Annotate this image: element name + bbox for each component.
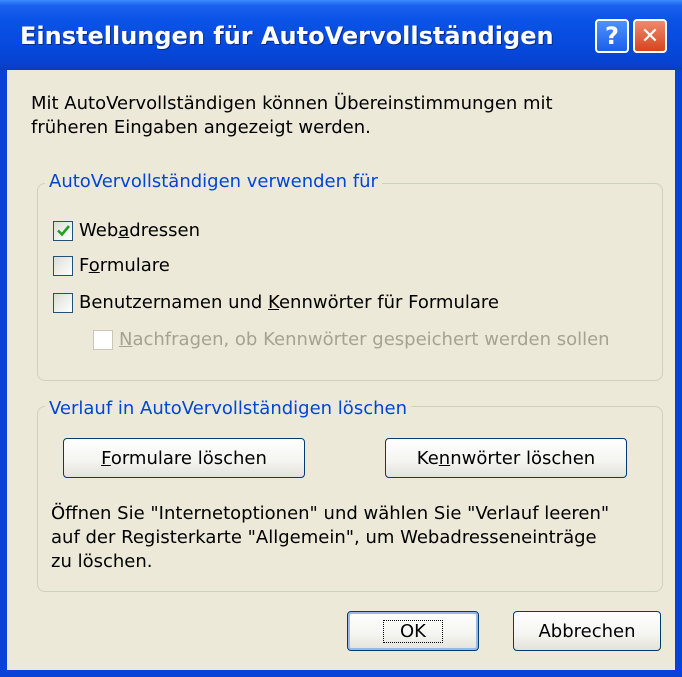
intro-line-2: früheren Eingaben angezeigt werden.	[31, 117, 371, 138]
clear-forms-button[interactable]: Formulare löschen	[63, 438, 305, 478]
close-icon: ✕	[640, 23, 660, 49]
dialog-client-area: Mit AutoVervollständigen können Übereins…	[7, 70, 675, 670]
title-bar[interactable]: Einstellungen für AutoVervollständigen ?…	[0, 0, 682, 70]
clear-forms-button-label: Formulare löschen	[101, 447, 267, 469]
clear-passwords-button[interactable]: Kennwörter löschen	[385, 438, 627, 478]
cancel-button-label: Abbrechen	[538, 620, 636, 642]
use-for-group-legend: AutoVervollständigen verwenden für	[45, 171, 382, 193]
history-note-line-3: zu löschen.	[51, 551, 153, 572]
checkmark-icon	[57, 225, 71, 237]
ok-button-label: OK	[383, 619, 443, 643]
forms-label[interactable]: Formulare	[79, 254, 170, 278]
help-icon: ?	[605, 22, 619, 50]
window-title: Einstellungen für AutoVervollständigen	[20, 22, 554, 50]
webaddresses-checkbox[interactable]	[53, 221, 73, 241]
ok-button[interactable]: OK	[347, 611, 479, 651]
help-button[interactable]: ?	[595, 19, 629, 53]
history-note-line-2: auf der Registerkarte "Allgemein", um We…	[51, 527, 597, 548]
ask-save-passwords-checkbox[interactable]	[93, 330, 113, 350]
clear-passwords-button-label: Kennwörter löschen	[416, 447, 596, 469]
close-button[interactable]: ✕	[633, 19, 667, 53]
ask-save-passwords-label[interactable]: Nachfragen, ob Kennwörter gespeichert we…	[119, 328, 610, 352]
cancel-button[interactable]: Abbrechen	[513, 611, 661, 651]
webaddresses-label[interactable]: Webadressen	[79, 219, 200, 243]
history-note-line-1: Öffnen Sie "Internetoptionen" und wählen…	[51, 503, 610, 524]
intro-line-1: Mit AutoVervollständigen können Übereins…	[31, 93, 553, 114]
clear-history-group-legend: Verlauf in AutoVervollständigen löschen	[45, 398, 411, 420]
usernames-passwords-label[interactable]: Benutzernamen und Kennwörter für Formula…	[79, 291, 499, 315]
usernames-passwords-checkbox[interactable]	[53, 293, 73, 313]
forms-checkbox[interactable]	[53, 256, 73, 276]
dialog-window: Einstellungen für AutoVervollständigen ?…	[0, 0, 682, 677]
